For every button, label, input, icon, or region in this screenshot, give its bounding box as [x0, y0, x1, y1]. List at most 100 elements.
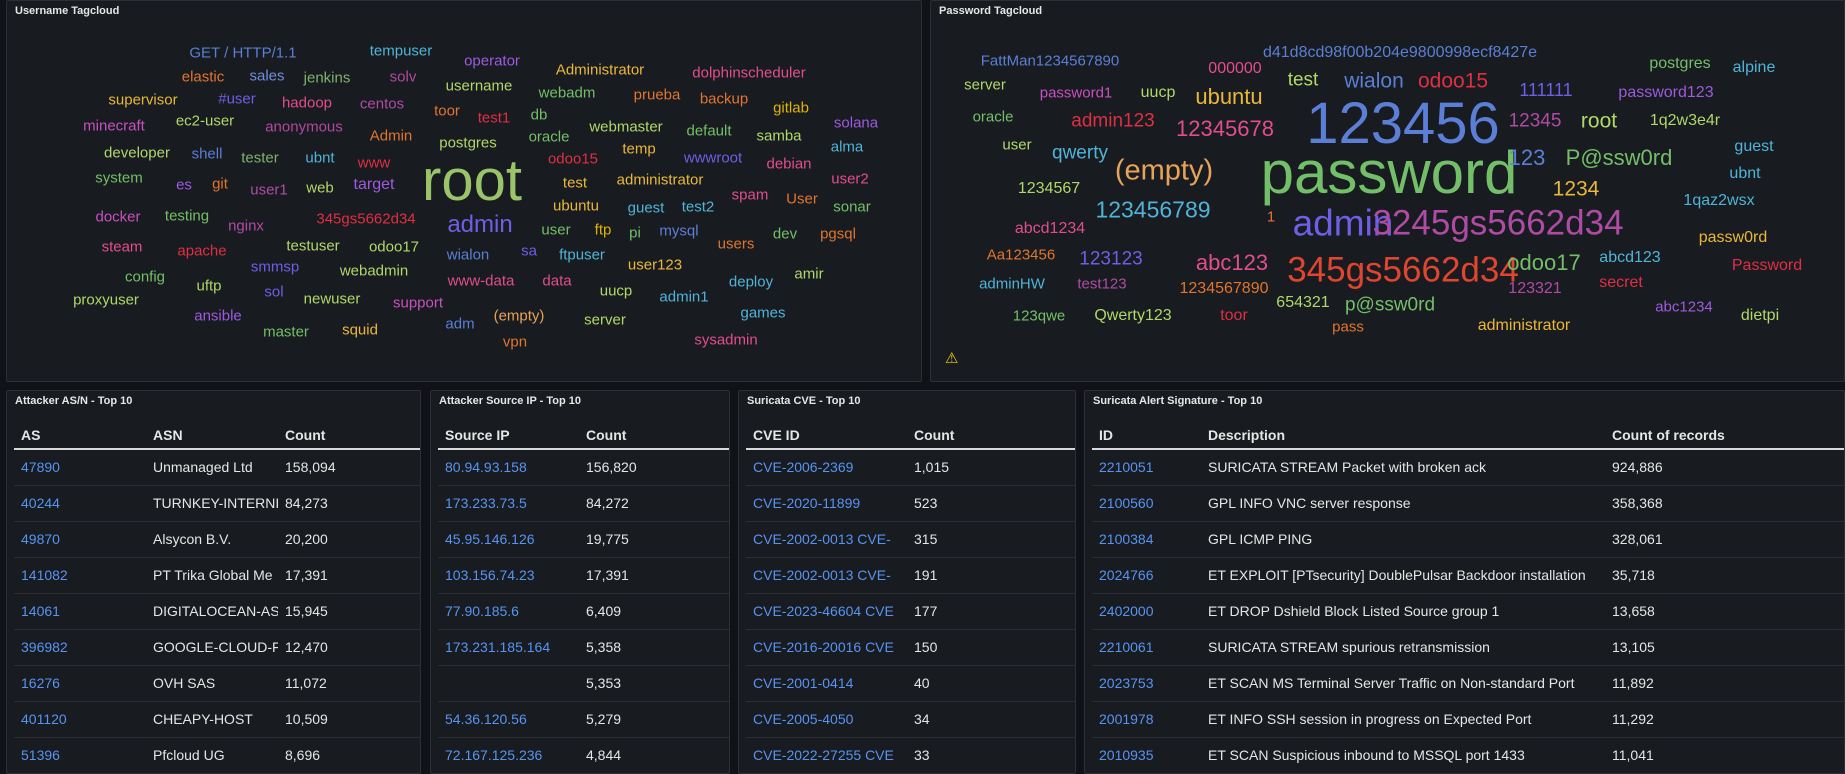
- table-cell-link[interactable]: 401120: [14, 701, 146, 738]
- tag-word[interactable]: User: [786, 192, 818, 207]
- tag-word[interactable]: postgres: [1649, 56, 1710, 72]
- tag-word[interactable]: test123: [1077, 277, 1126, 292]
- tag-word[interactable]: newuser: [304, 292, 361, 307]
- tag-word[interactable]: minecraft: [83, 119, 145, 134]
- tag-word[interactable]: web: [306, 181, 334, 196]
- tag-word[interactable]: (empty): [1115, 156, 1213, 186]
- tag-word[interactable]: admin1: [659, 290, 708, 305]
- tag-word[interactable]: administrator: [617, 173, 704, 188]
- tag-word[interactable]: wialon: [447, 248, 490, 263]
- tag-word[interactable]: username: [446, 79, 513, 94]
- tag-word[interactable]: oracle: [529, 130, 570, 145]
- tag-word[interactable]: user2: [831, 172, 869, 187]
- tag-word[interactable]: solv: [390, 70, 417, 85]
- tag-word[interactable]: 1q2w3e4r: [1650, 113, 1720, 129]
- tag-word[interactable]: test1: [478, 111, 511, 126]
- tag-word[interactable]: webmaster: [589, 120, 662, 135]
- tag-word[interactable]: odoo17: [369, 240, 419, 255]
- tag-word[interactable]: users: [718, 237, 755, 252]
- tag-word[interactable]: Qwerty123: [1094, 308, 1171, 324]
- tag-word[interactable]: Administrator: [556, 63, 644, 78]
- warning-icon[interactable]: ⚠: [945, 349, 958, 367]
- table-cell-link[interactable]: 2210051: [1092, 449, 1201, 486]
- table-cell-link[interactable]: 2001978: [1092, 701, 1201, 738]
- tag-word[interactable]: ftpuser: [559, 248, 605, 263]
- tag-word[interactable]: games: [740, 306, 785, 321]
- table-cell-link[interactable]: 49870: [14, 521, 146, 558]
- tag-word[interactable]: tester: [241, 151, 279, 166]
- tag-word[interactable]: dev: [773, 227, 797, 242]
- tag-word[interactable]: sol: [264, 285, 283, 300]
- tag-word[interactable]: wialon: [1344, 71, 1404, 92]
- tag-word[interactable]: uucp: [600, 284, 633, 299]
- tag-word[interactable]: adm: [445, 317, 474, 332]
- tag-word[interactable]: server: [584, 313, 626, 328]
- tag-word[interactable]: 12345678: [1176, 118, 1274, 140]
- tag-word[interactable]: root: [422, 152, 522, 210]
- table-cell-link[interactable]: 45.95.146.126: [438, 521, 579, 558]
- tag-word[interactable]: oracle: [973, 110, 1014, 125]
- tag-word[interactable]: 1: [1267, 210, 1275, 225]
- tag-word[interactable]: 1234567: [1018, 181, 1080, 197]
- tag-word[interactable]: 12345: [1509, 112, 1562, 131]
- table-cell-link[interactable]: 2100560: [1092, 485, 1201, 522]
- table-cell-link[interactable]: CVE-2022-27255 CVE: [746, 737, 907, 773]
- tag-word[interactable]: 1234567890: [1180, 281, 1269, 297]
- tag-word[interactable]: 345gs5662d34: [316, 212, 415, 227]
- table-cell-link[interactable]: CVE-2016-20016 CVE: [746, 629, 907, 666]
- table-cell-link[interactable]: 2010935: [1092, 737, 1201, 773]
- tag-word[interactable]: master: [263, 325, 309, 340]
- tag-word[interactable]: Admin: [370, 129, 413, 144]
- tag-word[interactable]: temp: [622, 142, 655, 157]
- tag-word[interactable]: abc123: [1196, 252, 1268, 274]
- tag-word[interactable]: sales: [249, 69, 284, 84]
- tag-word[interactable]: config: [125, 270, 165, 285]
- tag-word[interactable]: db: [531, 108, 548, 123]
- tag-word[interactable]: steam: [102, 240, 143, 255]
- tag-word[interactable]: ec2-user: [176, 114, 234, 129]
- tag-word[interactable]: mysql: [659, 224, 698, 239]
- tag-word[interactable]: testuser: [286, 239, 339, 254]
- tag-word[interactable]: webadmin: [340, 264, 408, 279]
- table-cell-link[interactable]: 396982: [14, 629, 146, 666]
- tag-word[interactable]: amir: [794, 267, 823, 282]
- tag-word[interactable]: uftp: [196, 279, 221, 294]
- tag-word[interactable]: backup: [700, 92, 748, 107]
- tag-word[interactable]: supervisor: [108, 93, 177, 108]
- column-header-description[interactable]: Description: [1201, 421, 1605, 450]
- tag-word[interactable]: nginx: [228, 219, 264, 234]
- tag-word[interactable]: alma: [831, 140, 864, 155]
- table-cell-link[interactable]: 40244: [14, 485, 146, 522]
- tag-word[interactable]: password1: [1040, 86, 1113, 101]
- tag-word[interactable]: anonymous: [265, 120, 343, 135]
- tag-word[interactable]: 000000: [1208, 61, 1261, 77]
- tag-word[interactable]: admin: [447, 213, 512, 237]
- tag-word[interactable]: passw0rd: [1699, 230, 1767, 246]
- column-header-count[interactable]: Count: [907, 421, 1075, 450]
- tag-word[interactable]: pi: [629, 226, 641, 241]
- tag-word[interactable]: (empty): [494, 309, 545, 324]
- tag-word[interactable]: es: [176, 178, 192, 193]
- tag-word[interactable]: samba: [756, 129, 801, 144]
- tag-word[interactable]: 1234: [1553, 179, 1600, 200]
- tag-word[interactable]: test: [563, 176, 587, 191]
- tag-word[interactable]: ansible: [194, 309, 242, 324]
- tag-word[interactable]: support: [393, 296, 443, 311]
- tag-word[interactable]: 123456789: [1095, 198, 1210, 222]
- table-cell-link[interactable]: CVE-2005-4050: [746, 701, 907, 738]
- tag-word[interactable]: 111111: [1519, 81, 1572, 99]
- tag-word[interactable]: hadoop: [282, 96, 332, 111]
- table-cell-link[interactable]: 54.36.120.56: [438, 701, 579, 738]
- column-header-asn[interactable]: ASN: [146, 421, 278, 450]
- tag-word[interactable]: wwwroot: [684, 151, 742, 166]
- tag-word[interactable]: docker: [95, 210, 140, 225]
- tag-word[interactable]: dietpi: [1741, 308, 1779, 324]
- table-cell-link[interactable]: 47890: [14, 449, 146, 486]
- column-header-source-ip[interactable]: Source IP: [438, 421, 579, 450]
- tag-word[interactable]: server: [964, 78, 1006, 93]
- tag-word[interactable]: ftp: [595, 223, 612, 238]
- tag-word[interactable]: system: [95, 171, 143, 186]
- tag-word[interactable]: ubuntu: [553, 199, 599, 214]
- tag-word[interactable]: administrator: [1478, 318, 1570, 334]
- tag-word[interactable]: #user: [218, 92, 256, 107]
